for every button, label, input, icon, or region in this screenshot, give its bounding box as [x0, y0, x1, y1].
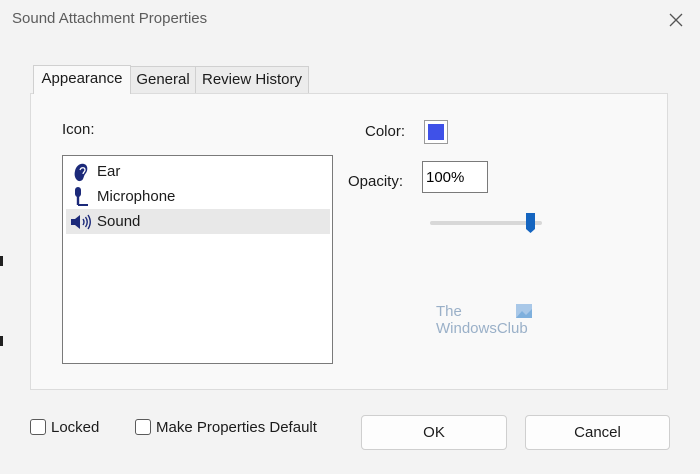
window-edge-mark [0, 256, 3, 266]
list-item-label: Sound [97, 213, 141, 230]
ok-button[interactable]: OK [361, 415, 507, 450]
ear-icon [74, 163, 88, 182]
watermark: The WindowsClub [436, 303, 532, 337]
watermark-logo-icon [516, 304, 532, 318]
make-default-label: Make Properties Default [156, 419, 317, 436]
icon-list[interactable]: Ear Microphone Sound [62, 155, 333, 364]
watermark-line-1: The [436, 303, 462, 320]
watermark-line-2: WindowsClub [436, 320, 528, 337]
opacity-label: Opacity: [348, 173, 404, 190]
list-item-label: Microphone [97, 188, 176, 205]
tab-general[interactable]: General [130, 66, 196, 93]
tab-review-history[interactable]: Review History [195, 66, 309, 93]
close-icon [669, 13, 683, 27]
title-bar: Sound Attachment Properties [0, 0, 700, 40]
close-button[interactable] [662, 6, 690, 34]
locked-label: Locked [51, 419, 100, 436]
microphone-icon [75, 187, 88, 206]
window-title: Sound Attachment Properties [12, 10, 208, 27]
window-edge-mark [0, 336, 3, 346]
locked-checkbox-row[interactable]: Locked [30, 418, 110, 438]
make-default-checkbox[interactable] [135, 419, 151, 435]
color-label: Color: [365, 123, 406, 140]
locked-checkbox[interactable] [30, 419, 46, 435]
cancel-button[interactable]: Cancel [525, 415, 670, 450]
list-item-microphone[interactable]: Microphone [66, 184, 330, 209]
make-default-checkbox-row[interactable]: Make Properties Default [135, 418, 335, 438]
icon-label: Icon: [62, 121, 95, 138]
slider-thumb[interactable] [525, 212, 536, 234]
color-swatch-fill [428, 124, 444, 140]
list-item-sound[interactable]: Sound [66, 209, 330, 234]
color-picker-button[interactable] [424, 120, 448, 144]
list-item-ear[interactable]: Ear [66, 159, 330, 184]
speaker-icon [71, 214, 91, 230]
list-item-label: Ear [97, 163, 121, 180]
opacity-input[interactable] [422, 161, 488, 193]
tab-appearance[interactable]: Appearance [33, 65, 131, 94]
opacity-slider[interactable] [430, 212, 542, 234]
